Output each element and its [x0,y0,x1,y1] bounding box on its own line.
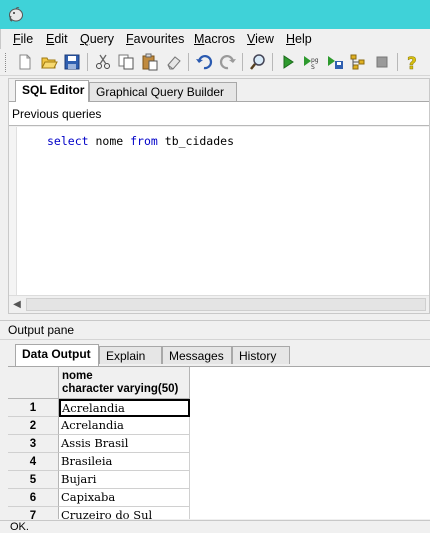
table-row[interactable]: 7 Cruzeiro do Sul [8,507,190,519]
window-titlebar [0,0,430,29]
svg-text:pg: pg [311,57,319,64]
cancel-icon[interactable] [373,53,391,71]
output-title-divider [0,339,430,340]
row-number[interactable]: 4 [8,453,59,471]
save-icon[interactable] [63,53,81,71]
toolbar-grip[interactable] [5,53,8,72]
data-output-grid[interactable]: nome character varying(50) 1 Acrelandia … [8,367,430,519]
paste-icon[interactable] [141,53,159,71]
find-icon[interactable] [249,53,267,71]
menu-file[interactable]: File [13,32,33,46]
tab-data-output[interactable]: Data Output [15,344,99,366]
toolbar: pg S ? [0,49,430,76]
redo-icon[interactable] [219,53,237,71]
clear-icon[interactable] [165,53,183,71]
tab-history[interactable]: History [232,346,290,364]
table-cell[interactable]: Brasileia [59,453,190,471]
table-row[interactable]: 2 Acrelandia [8,417,190,435]
help-icon[interactable]: ? [403,53,421,71]
column-type: character varying(50) [62,383,179,395]
previous-queries-combo[interactable]: Previous queries [9,102,429,126]
menu-macros[interactable]: Macros [194,32,235,46]
new-icon[interactable] [16,53,34,71]
execute-to-file-icon[interactable] [326,53,344,71]
table-row[interactable]: 3 Assis Brasil [8,435,190,453]
editor-gutter [9,127,17,295]
sql-editor-textarea[interactable]: select nome from tb_cidades [9,127,429,295]
sql-editor-panel: SQL Editor Graphical Query Builder Previ… [8,78,430,314]
copy-icon[interactable] [117,53,135,71]
execute-pgscript-icon[interactable]: pg S [302,53,320,71]
menu-favourites[interactable]: Favourites [126,32,184,46]
tab-explain[interactable]: Explain [99,346,162,364]
column-name: nome [62,370,93,382]
row-number[interactable]: 2 [8,417,59,435]
open-icon[interactable] [40,53,58,71]
sql-identifier-table: tb_cidades [164,134,235,148]
tab-messages[interactable]: Messages [162,346,232,364]
table-cell[interactable]: Cruzeiro do Sul [59,507,190,519]
output-pane: Output pane Data Output Explain Messages… [0,320,430,532]
sql-keyword-from: from [130,134,158,148]
grid-corner[interactable] [8,367,59,399]
toolbar-separator [397,53,398,71]
tab-graphical-query-builder[interactable]: Graphical Query Builder [89,82,237,101]
scroll-left-icon[interactable]: ◀ [11,299,23,311]
sql-identifier-column: nome [95,134,124,148]
execute-icon[interactable] [279,53,297,71]
toolbar-separator [87,53,88,71]
table-row[interactable]: 1 Acrelandia [8,399,190,417]
status-text: OK. [10,521,29,533]
menu-query[interactable]: Query [80,32,114,46]
menu-bar: File Edit Query Favourites Macros View H… [0,29,430,49]
table-cell[interactable]: Assis Brasil [59,435,190,453]
column-header-nome[interactable]: nome character varying(50) [59,367,190,399]
undo-icon[interactable] [195,53,213,71]
menu-edit[interactable]: Edit [46,32,68,46]
explain-icon[interactable] [349,53,367,71]
row-number[interactable]: 3 [8,435,59,453]
table-row[interactable]: 6 Capixaba [8,489,190,507]
table-row[interactable]: 5 Bujari [8,471,190,489]
menu-help[interactable]: Help [286,32,312,46]
sql-query-text: select nome from tb_cidades [47,134,234,148]
tab-sql-editor[interactable]: SQL Editor [15,80,89,102]
table-cell[interactable]: Acrelandia [59,417,190,435]
cut-icon[interactable] [94,53,112,71]
table-row[interactable]: 4 Brasileia [8,453,190,471]
table-cell[interactable]: Bujari [59,471,190,489]
row-number[interactable]: 5 [8,471,59,489]
output-tab-bar: Data Output Explain Messages History [8,343,430,367]
table-cell[interactable]: Capixaba [59,489,190,507]
row-number[interactable]: 1 [8,399,59,417]
scroll-thumb[interactable] [26,298,426,311]
output-pane-title: Output pane [8,323,75,337]
editor-horizontal-scrollbar[interactable]: ◀ [9,295,429,313]
app-elephant-icon[interactable] [7,5,25,23]
row-number[interactable]: 6 [8,489,59,507]
toolbar-separator [272,53,273,71]
sql-keyword-select: select [47,134,89,148]
table-cell[interactable]: Acrelandia [59,399,190,417]
svg-text:?: ? [407,54,417,71]
svg-text:S: S [311,64,315,71]
menu-view[interactable]: View [247,32,274,46]
row-number[interactable]: 7 [8,507,59,519]
previous-queries-label: Previous queries [12,107,102,121]
toolbar-separator [242,53,243,71]
editor-tab-bar: SQL Editor Graphical Query Builder [9,79,429,102]
status-bar: OK. [0,520,430,533]
toolbar-separator [188,53,189,71]
